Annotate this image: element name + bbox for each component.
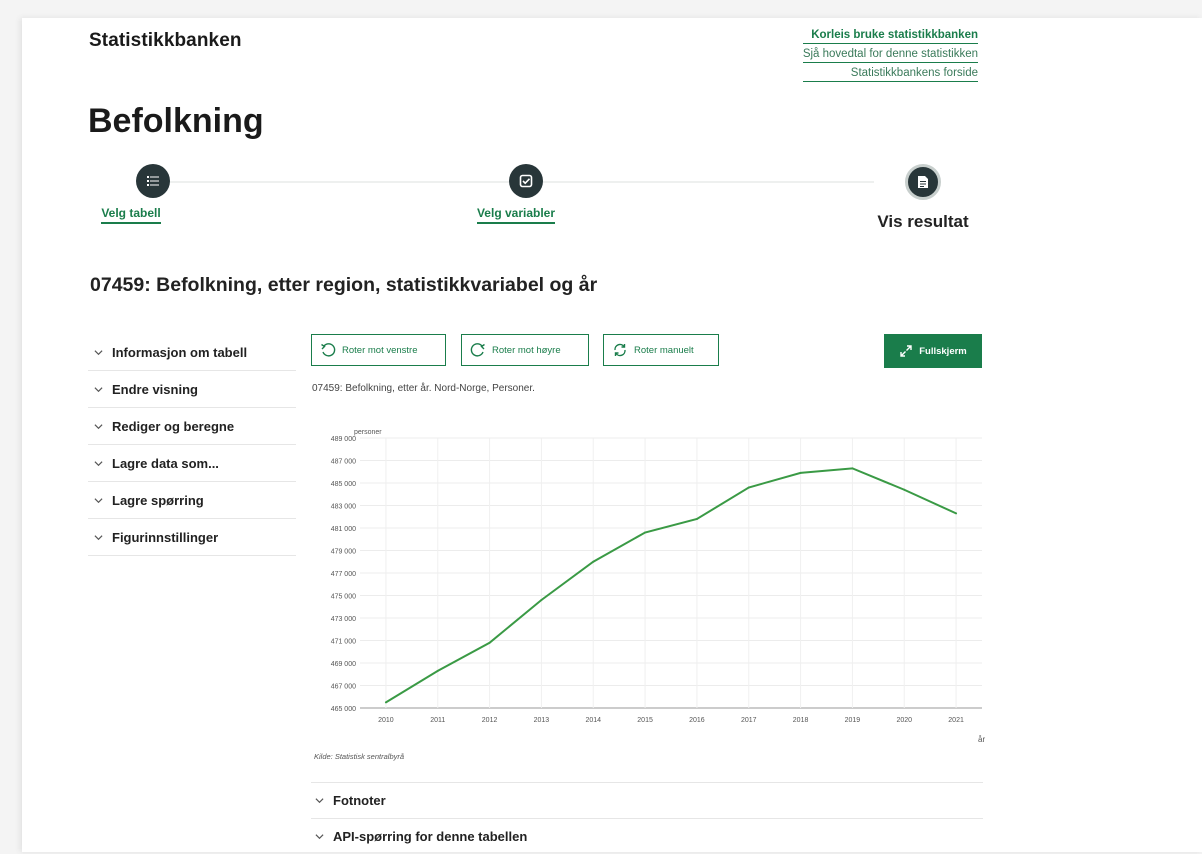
rotate-manual-button[interactable]: Roter manuelt xyxy=(603,334,719,366)
y-tick-label: 465 000 xyxy=(331,706,356,713)
api-query-accordion[interactable]: API-spørring for denne tabellen xyxy=(311,818,983,854)
rotate-right-label: Roter mot høyre xyxy=(492,344,561,356)
data-point xyxy=(903,488,906,491)
sidebar-item-label: Endre visning xyxy=(112,381,198,397)
fullscreen-button[interactable]: Fullskjerm xyxy=(884,334,982,368)
data-point xyxy=(799,471,802,474)
data-point xyxy=(695,518,698,520)
y-tick-label: 483 000 xyxy=(331,504,356,511)
stepper: Velg tabell Velg variabler Vis resultat xyxy=(22,164,1202,234)
footnotes-accordion[interactable]: Fotnoter xyxy=(311,782,983,818)
sidebar-item-save-query[interactable]: Lagre spørring xyxy=(88,482,296,519)
y-tick-label: 475 000 xyxy=(331,594,356,601)
y-tick-label: 473 000 xyxy=(331,616,356,623)
y-tick-label: 467 000 xyxy=(331,684,356,691)
expand-icon xyxy=(900,345,912,357)
y-tick-label: 481 000 xyxy=(331,526,356,533)
accordion-label: Fotnoter xyxy=(333,793,386,808)
x-tick-label: 2019 xyxy=(845,717,861,724)
chevron-down-icon xyxy=(94,349,103,355)
data-point xyxy=(488,641,491,644)
sidebar-item-table-info[interactable]: Informasjon om tabell xyxy=(88,334,296,371)
chevron-down-icon xyxy=(94,497,103,503)
data-point xyxy=(592,560,595,563)
data-point xyxy=(644,531,647,534)
rotate-manual-label: Roter manuelt xyxy=(634,344,694,356)
line-chart: 465 000 467 000 469 000 471 000 473 000 475 0… xyxy=(331,429,986,744)
step-label-current: Vis resultat xyxy=(877,212,969,231)
chevron-down-icon xyxy=(315,834,324,840)
sidebar-item-save-data[interactable]: Lagre data som... xyxy=(88,445,296,482)
table-title: 07459: Befolkning, etter region, statist… xyxy=(90,274,598,296)
sidebar-menu: Informasjon om tabell Endre visning Redi… xyxy=(88,334,296,556)
y-axis-label: personer xyxy=(354,429,382,436)
data-point xyxy=(384,701,387,704)
sidebar-item-label: Figurinnstillinger xyxy=(112,529,219,545)
sidebar-item-label: Lagre spørring xyxy=(112,492,204,508)
step-select-variables[interactable]: Velg variabler xyxy=(467,164,585,224)
rotate-right-icon xyxy=(470,343,485,357)
chart-source: Kilde: Statistisk sentralbyrå xyxy=(314,752,405,761)
chevron-down-icon xyxy=(94,460,103,466)
data-point xyxy=(436,669,439,672)
document-icon xyxy=(905,164,941,200)
y-tick-label: 485 000 xyxy=(331,481,356,488)
frontpage-link[interactable]: Statistikkbankens forside xyxy=(802,66,978,82)
rotate-right-button[interactable]: Roter mot høyre xyxy=(461,334,589,366)
x-tick-label: 2014 xyxy=(585,717,601,724)
step-label[interactable]: Velg tabell xyxy=(101,206,161,224)
sidebar-item-label: Rediger og beregne xyxy=(112,418,235,434)
list-icon xyxy=(136,164,170,198)
step-label[interactable]: Velg variabler xyxy=(476,206,556,224)
chevron-down-icon xyxy=(94,386,103,392)
top-links: Korleis bruke statistikkbanken Sjå hoved… xyxy=(802,28,978,85)
y-tick-label: 479 000 xyxy=(331,549,356,556)
fullscreen-label: Fullskjerm xyxy=(919,345,967,357)
sidebar-item-figure-settings[interactable]: Figurinnstillinger xyxy=(88,519,296,556)
step-show-result[interactable]: Vis resultat xyxy=(858,164,988,234)
data-point xyxy=(747,486,750,489)
x-tick-label: 2020 xyxy=(896,717,912,724)
brand-title[interactable]: Statistikkbanken xyxy=(89,30,242,52)
chevron-down-icon xyxy=(315,798,324,804)
series-line xyxy=(385,467,957,704)
x-tick-label: 2013 xyxy=(534,717,550,724)
help-link[interactable]: Korleis bruke statistikkbanken xyxy=(802,28,978,44)
x-axis-label: år xyxy=(978,735,985,744)
x-tick-label: 2012 xyxy=(482,717,498,724)
x-tick-label: 2011 xyxy=(430,717,445,724)
chevron-down-icon xyxy=(94,423,103,429)
sidebar-item-label: Informasjon om tabell xyxy=(112,344,248,360)
rotate-left-label: Roter mot venstre xyxy=(342,344,418,356)
page-title: Befolkning xyxy=(88,102,264,140)
x-tick-label: 2018 xyxy=(793,717,809,724)
x-tick-label: 2010 xyxy=(378,717,394,724)
data-point xyxy=(851,467,854,470)
step-select-table[interactable]: Velg tabell xyxy=(90,164,216,224)
y-tick-label: 469 000 xyxy=(331,661,356,668)
sync-icon xyxy=(614,343,626,357)
y-tick-label: 487 000 xyxy=(331,459,356,466)
checkbox-icon xyxy=(509,164,543,198)
x-tick-label: 2021 xyxy=(948,717,964,724)
sidebar-item-label: Lagre data som... xyxy=(112,455,219,471)
data-point xyxy=(955,512,958,515)
sidebar-item-edit-calculate[interactable]: Rediger og beregne xyxy=(88,408,296,445)
main-figures-link[interactable]: Sjå hovedtal for denne statistikken xyxy=(802,47,978,63)
x-tick-label: 2015 xyxy=(637,717,653,724)
chevron-down-icon xyxy=(94,534,103,540)
x-tick-label: 2017 xyxy=(741,717,757,724)
chart-caption: 07459: Befolkning, etter år. Nord-Norge,… xyxy=(312,383,535,394)
page: Statistikkbanken Korleis bruke statistik… xyxy=(22,18,1202,852)
accordion-label: API-spørring for denne tabellen xyxy=(333,829,528,844)
data-point xyxy=(540,599,543,601)
rotate-left-icon xyxy=(321,343,336,357)
y-tick-label: 471 000 xyxy=(331,639,356,646)
x-tick-label: 2016 xyxy=(689,717,705,724)
y-tick-label: 477 000 xyxy=(331,571,356,578)
sidebar-item-change-view[interactable]: Endre visning xyxy=(88,371,296,408)
rotate-left-button[interactable]: Roter mot venstre xyxy=(311,334,446,366)
y-tick-label: 489 000 xyxy=(331,436,356,443)
